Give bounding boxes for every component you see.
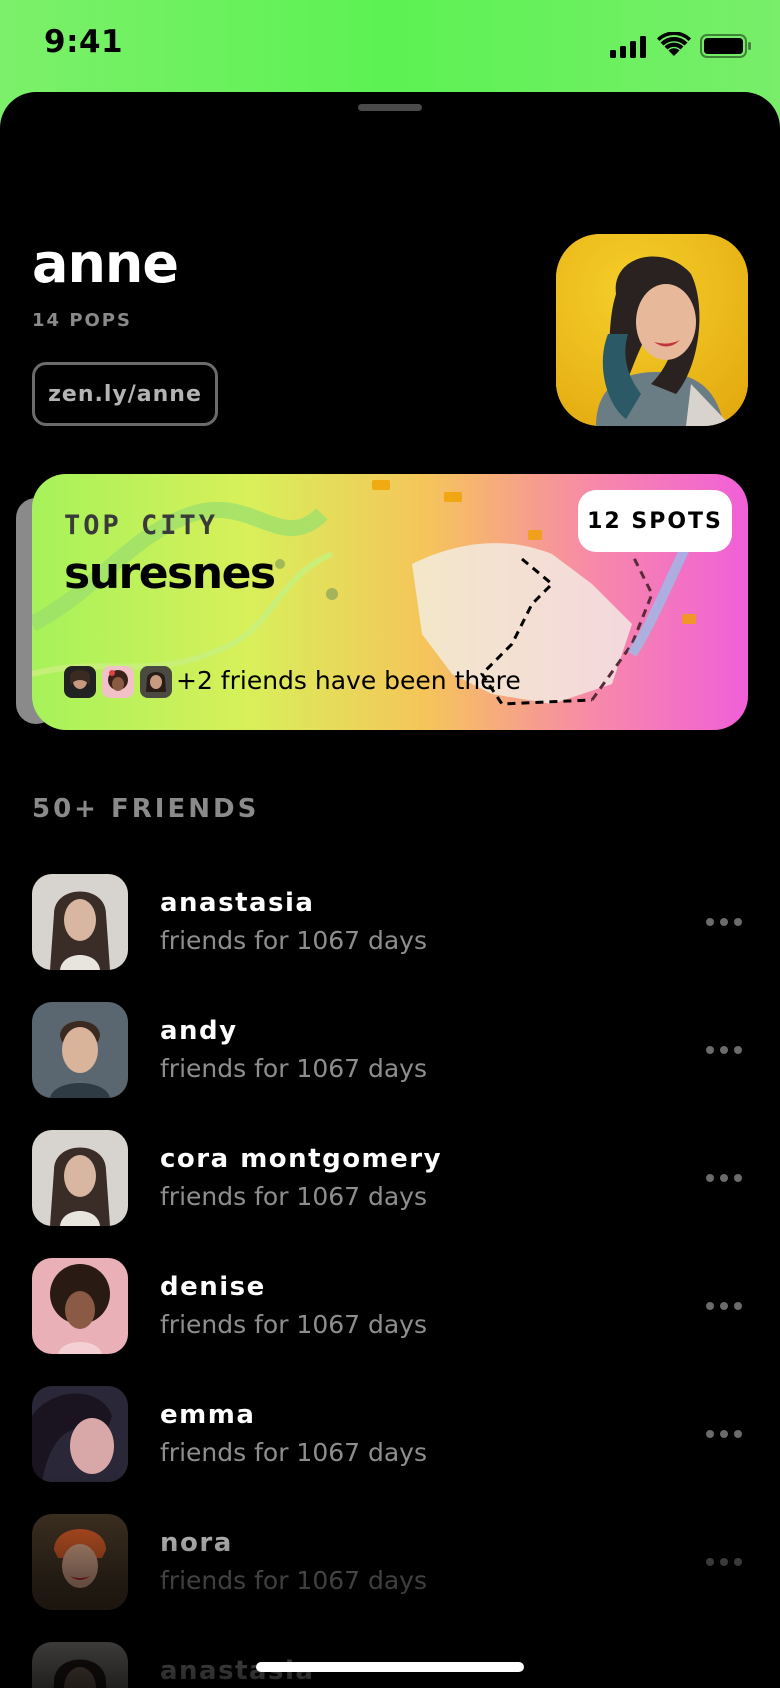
avatar (32, 1514, 128, 1610)
more-icon[interactable] (706, 1174, 742, 1182)
friend-duration: friends for 1067 days (160, 1438, 427, 1467)
friends-section-header: 50+ FRIENDS (32, 794, 260, 824)
avatar (140, 666, 172, 698)
profile-avatar[interactable] (556, 234, 748, 426)
friend-row[interactable]: emma friends for 1067 days (32, 1386, 748, 1482)
more-icon[interactable] (706, 1430, 742, 1438)
friend-duration: friends for 1067 days (160, 926, 427, 955)
friend-name: denise (160, 1272, 266, 1302)
avatar (32, 1002, 128, 1098)
top-city-name: suresnes (64, 548, 276, 599)
avatar (32, 1386, 128, 1482)
friend-duration: friends for 1067 days (160, 1182, 427, 1211)
battery-icon (700, 34, 751, 58)
friends-visited-text: +2 friends have been there (176, 666, 521, 695)
avatar (32, 874, 128, 970)
profile-link-button[interactable]: zen.ly/anne (32, 362, 218, 426)
more-icon[interactable] (706, 1046, 742, 1054)
status-time: 9:41 (44, 24, 124, 60)
friend-row[interactable]: andy friends for 1067 days (32, 1002, 748, 1098)
friend-name: nora (160, 1528, 233, 1558)
avatar (64, 666, 96, 698)
more-icon[interactable] (706, 1302, 742, 1310)
friend-duration: friends for 1067 days (160, 1310, 427, 1339)
friend-name: cora montgomery (160, 1144, 443, 1174)
friend-row[interactable]: denise friends for 1067 days (32, 1258, 748, 1354)
sheet-grabber[interactable] (358, 104, 422, 111)
visited-friends-avatars (64, 666, 172, 698)
profile-pops-count: 14 POPS (32, 310, 132, 331)
avatar (32, 1642, 128, 1688)
home-indicator[interactable] (256, 1662, 524, 1672)
friend-name: anastasia (160, 888, 315, 918)
friend-name: andy (160, 1016, 238, 1046)
friend-duration: friends for 1067 days (160, 1566, 427, 1595)
avatar (102, 666, 134, 698)
avatar (32, 1258, 128, 1354)
friend-row[interactable]: anastasia friends for 1067 days (32, 874, 748, 970)
friend-duration: friends for 1067 days (160, 1054, 427, 1083)
profile-sheet: anne 14 POPS zen.ly/anne TOP CITY suresn… (0, 92, 780, 1688)
top-city-label: TOP CITY (64, 510, 219, 541)
more-icon[interactable] (706, 1558, 742, 1566)
spots-count-badge[interactable]: 12 SPOTS (578, 490, 732, 552)
friend-name: emma (160, 1400, 256, 1430)
status-bar: 9:41 (0, 0, 780, 92)
friend-row[interactable]: cora montgomery friends for 1067 days (32, 1130, 748, 1226)
avatar (32, 1130, 128, 1226)
wifi-icon (657, 32, 691, 56)
signal-icon (610, 36, 646, 58)
friend-row[interactable]: nora friends for 1067 days (32, 1514, 748, 1610)
profile-name: anne (32, 232, 179, 295)
top-city-card[interactable]: TOP CITY suresnes 12 SPOTS +2 friends ha… (32, 474, 748, 730)
more-icon[interactable] (706, 918, 742, 926)
